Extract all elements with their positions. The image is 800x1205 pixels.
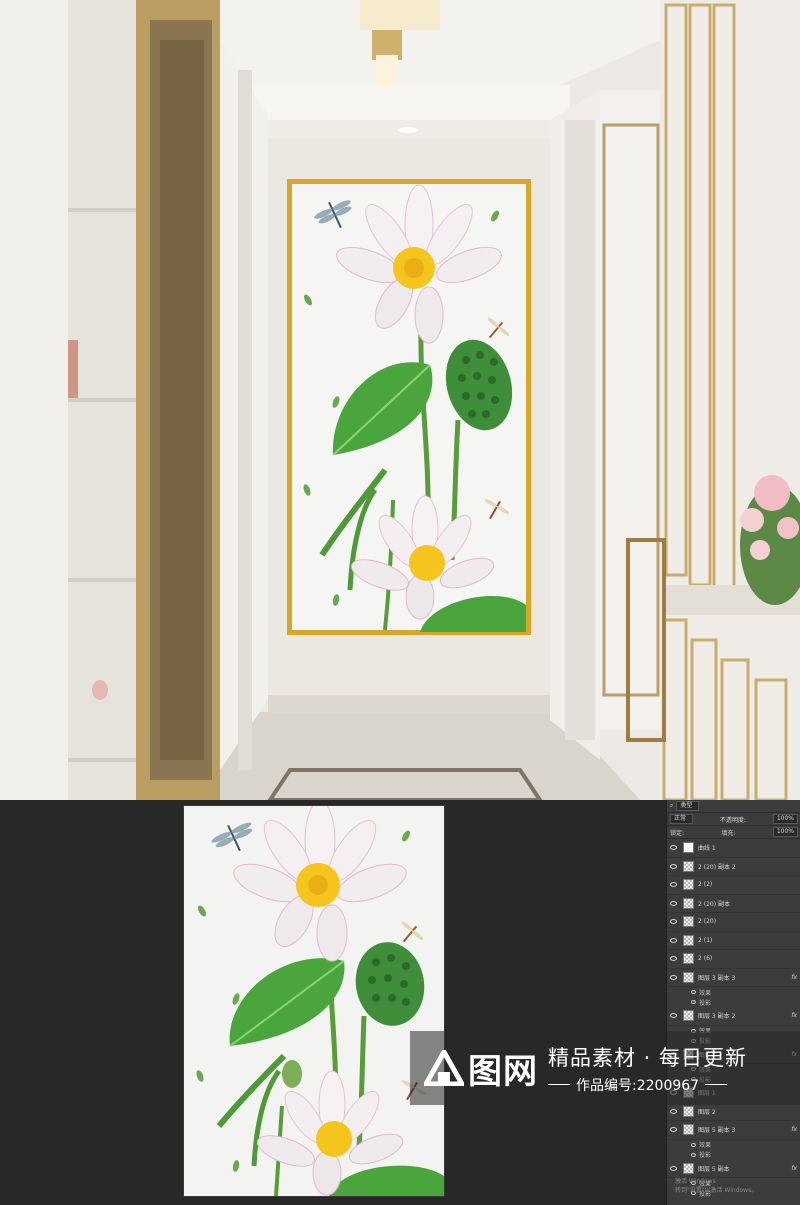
layer-name: 图层 3 副本 3 — [698, 974, 736, 982]
windows-activation-hint: 转到"设置"以激活 Windows。 — [675, 1187, 758, 1194]
room-photo — [0, 0, 800, 800]
layer-row[interactable]: 曲线 1 — [667, 839, 800, 858]
watermark-banner: 图网 精品素材 · 每日更新 作品编号:2200967 — [410, 1031, 800, 1105]
layer-row[interactable]: 2 (20) 副本 2 — [667, 858, 800, 876]
layer-thumbnail — [683, 971, 694, 983]
eye-icon[interactable] — [691, 990, 696, 994]
layer-effect-item[interactable]: 效果 — [667, 1140, 800, 1150]
layer-name: 曲线 1 — [698, 845, 716, 853]
layer-list: 曲线 1 2 (20) 副本 2 2 (2) 2 (20) 副本 2 (20) 2 (1)… — [667, 839, 800, 1198]
layer-name: 2 (20) 副本 — [698, 900, 730, 908]
layers-panel: ⌕ 类型 正常 不透明度: 100% 锁定: 填充: 100% 曲线 1 2 (2… — [666, 800, 800, 1205]
fill-field[interactable]: 100% — [772, 827, 798, 837]
watermark-logo-text: 图网 — [468, 1051, 538, 1092]
layer-thumbnail — [683, 934, 694, 946]
windows-activation-title: 激活 Windows — [675, 1178, 716, 1185]
layer-name: 2 (20) — [698, 918, 717, 926]
layer-name: 投影 — [699, 1152, 712, 1159]
fx-icon[interactable]: fx — [791, 1165, 797, 1172]
eye-icon[interactable] — [691, 1000, 696, 1004]
artwork-canvas[interactable] — [184, 806, 444, 1196]
layer-name: 2 (6) — [698, 955, 713, 963]
layer-name: 投影 — [699, 999, 712, 1007]
lock-fill-row: 锁定: 填充: 100% — [667, 826, 800, 839]
eye-icon[interactable] — [670, 863, 677, 869]
lock-label: 锁定: — [670, 829, 685, 837]
eye-icon[interactable] — [691, 1142, 696, 1147]
layers-filter-bar: ⌕ 类型 — [667, 800, 800, 813]
logo-icon — [424, 1050, 464, 1086]
layer-kind-dropdown[interactable]: 类型 — [676, 801, 700, 811]
watermark-code: 作品编号:2200967 — [576, 1077, 700, 1094]
eye-icon[interactable] — [670, 1127, 677, 1133]
fill-label: 填充: — [721, 829, 736, 837]
eye-icon[interactable] — [670, 845, 677, 851]
layer-row[interactable]: 2 (2) — [667, 876, 800, 895]
layer-name: 图层 2 — [698, 1108, 716, 1116]
hallway-scene — [0, 0, 800, 800]
eye-icon[interactable] — [691, 1152, 696, 1157]
layer-effect-item[interactable]: 投影 — [667, 997, 800, 1007]
layer-thumbnail — [683, 953, 694, 965]
layer-name: 2 (20) 副本 2 — [698, 863, 736, 871]
watermark-logo: 图网 — [424, 1044, 538, 1093]
layer-name: 效果 — [699, 1142, 712, 1149]
layer-row[interactable]: 2 (20) 副本 — [667, 895, 800, 913]
layer-name: 图层 3 副本 2 — [698, 1013, 736, 1021]
eye-icon[interactable] — [670, 937, 677, 943]
eye-icon[interactable] — [670, 900, 677, 906]
windows-activation-note: 激活 Windows 转到"设置"以激活 Windows。 — [675, 1177, 757, 1195]
layer-thumbnail — [683, 1162, 694, 1174]
layer-name: 2 (1) — [698, 936, 713, 944]
search-icon[interactable]: ⌕ — [670, 802, 673, 810]
fx-icon[interactable]: fx — [791, 1012, 797, 1019]
layer-name: 效果 — [699, 989, 712, 997]
eye-icon[interactable] — [670, 1165, 677, 1171]
layer-name: 2 (2) — [698, 881, 713, 889]
layer-row[interactable]: 2 (20) — [667, 913, 800, 932]
layer-thumbnail — [683, 1124, 694, 1136]
opacity-field[interactable]: 100% — [772, 814, 798, 824]
layer-row[interactable]: 图层 3 副本 2 fx — [667, 1007, 800, 1026]
wall-painting — [287, 179, 531, 635]
fx-icon[interactable]: fx — [791, 974, 797, 981]
layer-thumbnail — [683, 916, 694, 928]
fx-icon[interactable]: fx — [791, 1126, 797, 1133]
opacity-label: 不透明度: — [719, 816, 746, 824]
layer-row[interactable]: 图层 3 副本 3 fx — [667, 969, 800, 987]
eye-icon[interactable] — [670, 1013, 677, 1019]
eye-icon[interactable] — [670, 974, 677, 980]
layer-thumbnail — [683, 879, 694, 891]
layer-effect-item[interactable]: 效果 — [667, 987, 800, 997]
layer-row[interactable]: 图层 2 — [667, 1103, 800, 1121]
layer-thumbnail — [683, 897, 694, 909]
layer-row[interactable]: 图层 5 副本 fx — [667, 1160, 800, 1178]
layer-thumbnail — [683, 842, 694, 854]
eye-icon[interactable] — [670, 882, 677, 888]
eye-icon[interactable] — [670, 956, 677, 962]
lotus-artwork — [196, 806, 444, 1196]
layer-row[interactable]: 2 (1) — [667, 932, 800, 950]
layer-thumbnail — [683, 1105, 694, 1117]
layer-name: 图层 5 副本 3 — [698, 1127, 736, 1135]
photoshop-workspace: ⌕ 类型 正常 不透明度: 100% 锁定: 填充: 100% 曲线 1 2 (2… — [0, 800, 800, 1205]
layer-effect-item[interactable]: 投影 — [667, 1150, 800, 1160]
lotus-flower-icon — [233, 806, 407, 962]
eye-icon[interactable] — [670, 1108, 677, 1114]
eye-icon[interactable] — [670, 919, 677, 925]
blend-opacity-row: 正常 不透明度: 100% — [667, 813, 800, 826]
layer-name: 图层 5 副本 — [698, 1165, 730, 1173]
watermark-slogan: 精品素材 · 每日更新 — [548, 1045, 748, 1070]
blend-mode-dropdown[interactable]: 正常 — [670, 814, 694, 824]
layer-thumbnail — [683, 860, 694, 872]
layer-thumbnail — [683, 1010, 694, 1022]
layer-row[interactable]: 2 (6) — [667, 950, 800, 969]
layer-row[interactable]: 图层 5 副本 3 fx — [667, 1121, 800, 1140]
